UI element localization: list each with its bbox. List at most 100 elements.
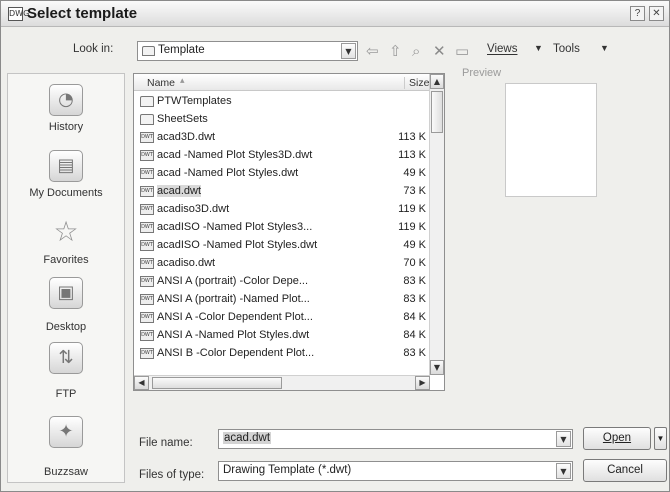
list-item[interactable]: DWT acadiso.dwt 70 K — [138, 255, 430, 272]
tools-dropdown-icon[interactable]: ▼ — [600, 43, 609, 53]
scroll-left-icon[interactable]: ◀ — [134, 376, 149, 390]
dialog-title: Select template — [27, 5, 138, 22]
file-list-header: Name ▴ Size — [134, 74, 430, 91]
file-name: acadISO -Named Plot Styles.dwt — [157, 239, 318, 251]
dwt-file-icon: DWT — [140, 276, 154, 287]
dwt-file-icon: DWT — [140, 294, 154, 305]
list-item[interactable]: DWT acad -Named Plot Styles.dwt 49 K — [138, 165, 430, 182]
open-options-dropdown-icon[interactable]: ▼ — [654, 427, 667, 450]
folder-icon — [140, 96, 154, 107]
delete-icon[interactable]: ✕ — [433, 43, 446, 59]
views-menu[interactable]: Views — [487, 43, 517, 55]
select-template-dialog: DWG Select template ? ✕ Look in: Templat… — [0, 0, 670, 492]
dwt-file-icon: DWT — [140, 258, 154, 269]
dwt-file-icon: DWT — [140, 168, 154, 179]
file-name: PTWTemplates — [157, 95, 232, 107]
cancel-button[interactable]: Cancel — [583, 459, 667, 482]
list-item[interactable]: DWT ANSI A (portrait) -Color Depe... 83 … — [138, 273, 430, 290]
tools-menu[interactable]: Tools — [553, 43, 580, 55]
up-folder-icon[interactable]: ⇧ — [389, 43, 402, 59]
dwt-file-icon: DWT — [140, 186, 154, 197]
title-bar: DWG Select template ? ✕ — [1, 1, 669, 27]
file-name: ANSI B -Color Dependent Plot... — [157, 347, 315, 359]
dwt-file-icon: DWT — [140, 240, 154, 251]
favorites-star-icon: ☆ — [53, 215, 79, 248]
back-arrow-icon[interactable]: ⇦ — [366, 43, 379, 59]
file-name: acad -Named Plot Styles3D.dwt — [157, 149, 313, 161]
places-buzzsaw[interactable]: ✦ Buzzsaw — [8, 416, 124, 478]
list-item[interactable]: DWT ANSI A -Named Plot Styles.dwt 84 K — [138, 327, 430, 344]
list-item[interactable]: PTWTemplates — [138, 93, 430, 110]
file-name: acadiso3D.dwt — [157, 203, 230, 215]
file-name-label: File name: — [139, 437, 193, 449]
file-size: 73 K — [403, 185, 426, 197]
column-size[interactable]: Size — [404, 77, 429, 89]
help-button[interactable]: ? — [630, 6, 645, 21]
list-item-selected[interactable]: DWT acad.dwt 73 K — [138, 183, 430, 200]
file-list[interactable]: Name ▴ Size PTWTemplates SheetSets DWT a… — [133, 73, 445, 391]
list-item[interactable]: DWT acadISO -Named Plot Styles3... 119 K — [138, 219, 430, 236]
file-size: 83 K — [403, 293, 426, 305]
dwt-file-icon: DWT — [140, 204, 154, 215]
scroll-down-icon[interactable]: ▼ — [430, 360, 444, 375]
file-size: 49 K — [403, 239, 426, 251]
close-button[interactable]: ✕ — [649, 6, 664, 21]
places-ftp[interactable]: ⇅ FTP — [8, 342, 124, 400]
file-name: acadiso.dwt — [157, 257, 216, 269]
folder-icon — [142, 46, 155, 56]
chevron-down-icon[interactable]: ▼ — [556, 463, 571, 479]
preview-label: Preview — [462, 67, 502, 79]
look-in-combo[interactable]: Template ▼ — [137, 41, 358, 61]
look-in-label: Look in: — [73, 43, 114, 55]
views-dropdown-icon[interactable]: ▼ — [534, 43, 543, 53]
buzzsaw-icon: ✦ — [49, 416, 83, 448]
file-size: 113 K — [398, 149, 426, 161]
folder-icon — [140, 114, 154, 125]
file-name: ANSI A -Color Dependent Plot... — [157, 311, 313, 323]
scroll-up-icon[interactable]: ▲ — [430, 74, 444, 89]
files-of-type-label: Files of type: — [139, 469, 205, 481]
places-favorites[interactable]: ☆ Favorites — [8, 215, 124, 267]
chevron-down-icon[interactable]: ▼ — [341, 43, 356, 59]
file-name: acad.dwt — [157, 185, 202, 197]
chevron-down-icon[interactable]: ▼ — [556, 431, 571, 447]
list-item[interactable]: DWT acadISO -Named Plot Styles.dwt 49 K — [138, 237, 430, 254]
file-name: ANSI A (portrait) -Color Depe... — [157, 275, 308, 287]
file-name: acadISO -Named Plot Styles3... — [157, 221, 313, 233]
places-history-label: History — [48, 121, 84, 133]
horizontal-scrollbar[interactable]: ◀ ▶ — [134, 375, 430, 390]
places-desktop[interactable]: ▣ Desktop — [8, 277, 124, 333]
list-item[interactable]: DWT ANSI A -Color Dependent Plot... 84 K — [138, 309, 430, 326]
scroll-right-icon[interactable]: ▶ — [415, 376, 430, 390]
history-icon: ◔ — [49, 84, 83, 116]
places-history[interactable]: ◔ History — [8, 84, 124, 133]
list-item[interactable]: DWT acadiso3D.dwt 119 K — [138, 201, 430, 218]
column-name[interactable]: Name — [147, 77, 175, 89]
list-item[interactable]: DWT acad3D.dwt 113 K — [138, 129, 430, 146]
new-folder-icon[interactable]: ▭ — [455, 43, 469, 59]
file-size: 49 K — [403, 167, 426, 179]
scroll-thumb[interactable] — [431, 91, 443, 133]
vertical-scrollbar[interactable]: ▲ ▼ — [429, 74, 444, 375]
file-size: 70 K — [403, 257, 426, 269]
list-item[interactable]: DWT ANSI A (portrait) -Named Plot... 83 … — [138, 291, 430, 308]
file-name: ANSI A -Named Plot Styles.dwt — [157, 329, 310, 341]
file-size: 113 K — [398, 131, 426, 143]
desktop-icon: ▣ — [49, 277, 83, 309]
dwt-file-icon: DWT — [140, 150, 154, 161]
file-name-field[interactable]: acad.dwt ▼ — [218, 429, 573, 449]
dwt-file-icon: DWT — [140, 132, 154, 143]
file-size: 119 K — [398, 221, 426, 233]
search-web-icon[interactable]: ⌕ — [412, 43, 420, 59]
file-size: 84 K — [403, 311, 426, 323]
list-item[interactable]: DWT ANSI B -Color Dependent Plot... 83 K — [138, 345, 430, 359]
dwt-file-icon: DWT — [140, 330, 154, 341]
horizontal-scroll-thumb[interactable] — [152, 377, 282, 389]
dwt-file-icon: DWT — [140, 348, 154, 359]
open-button[interactable]: Open — [583, 427, 651, 450]
places-my-documents[interactable]: ▤ My Documents — [8, 150, 124, 199]
list-item[interactable]: DWT acad -Named Plot Styles3D.dwt 113 K — [138, 147, 430, 164]
files-of-type-select[interactable]: Drawing Template (*.dwt) ▼ — [218, 461, 573, 481]
file-size: 119 K — [398, 203, 426, 215]
list-item[interactable]: SheetSets — [138, 111, 430, 128]
